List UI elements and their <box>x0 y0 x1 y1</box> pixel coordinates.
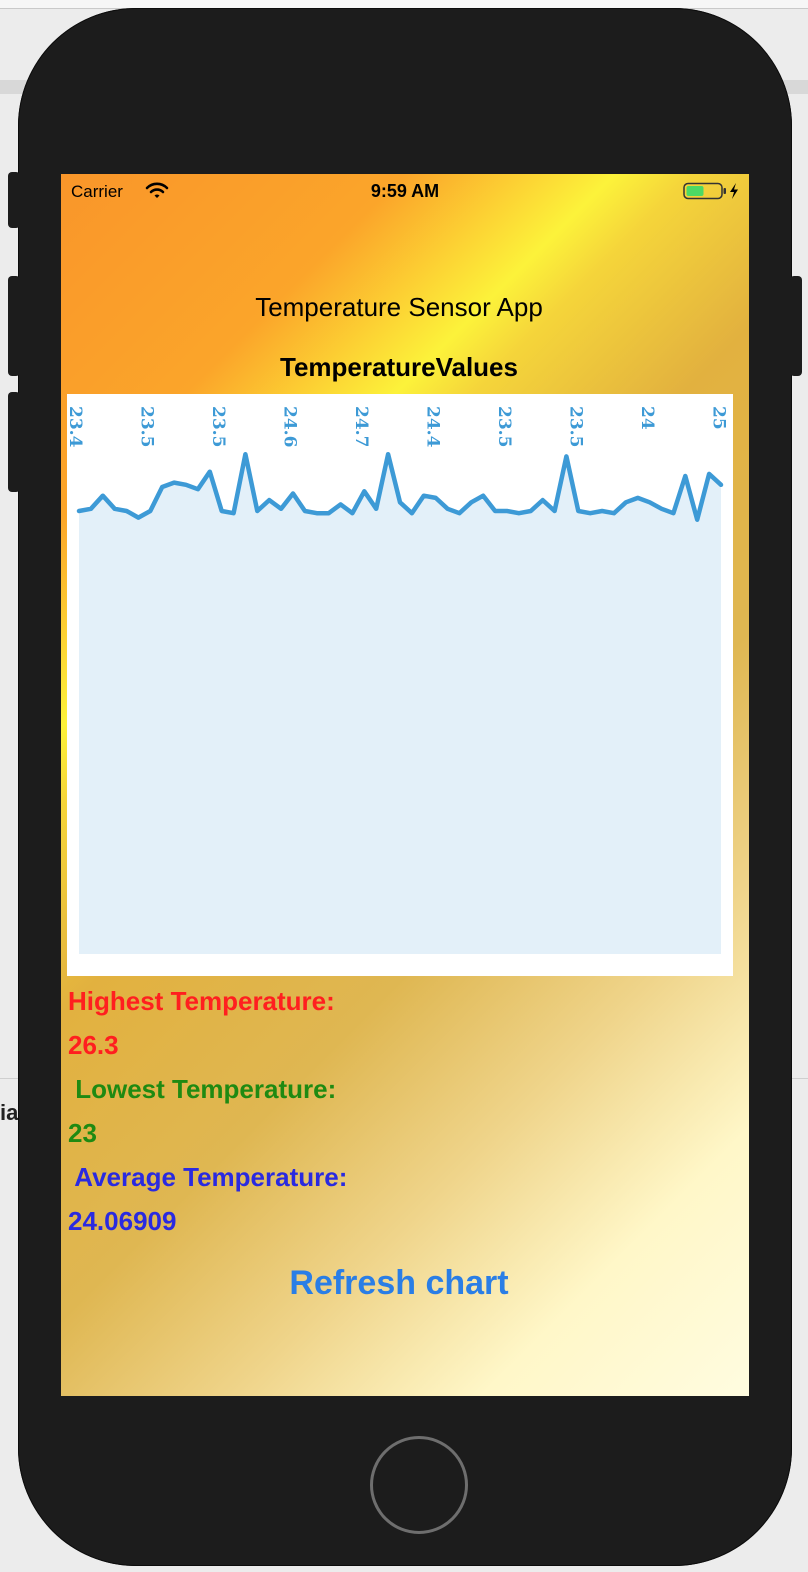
chart-data-label: 24.7 <box>351 406 371 447</box>
chart-data-label: 25 <box>709 406 729 430</box>
refresh-chart-button[interactable]: Refresh chart <box>61 1264 737 1303</box>
chart-data-label: 23.5 <box>494 406 514 447</box>
mute-switch <box>8 172 20 228</box>
chart-title: TemperatureValues <box>280 352 518 382</box>
power-button <box>790 276 802 376</box>
average-temperature-label: Average Temperature: <box>68 1162 348 1192</box>
highest-temperature-label: Highest Temperature: <box>68 986 335 1016</box>
chart-data-label: 24.4 <box>423 406 443 448</box>
battery-icon <box>683 182 741 205</box>
chart-data-label: 23.5 <box>137 406 157 447</box>
status-clock: 9:59 AM <box>370 181 440 201</box>
chart-data-label: 24 <box>637 406 657 430</box>
volume-up-button <box>8 276 20 376</box>
app-title: Temperature Sensor App <box>255 292 543 322</box>
average-temperature-value: 24.06909 <box>68 1206 177 1236</box>
chart-data-label: 23.5 <box>566 406 586 447</box>
lowest-temperature-label: Lowest Temperature: <box>68 1074 337 1104</box>
lowest-temperature-value: 23 <box>68 1118 97 1148</box>
status-bar: Carrier 9:59 AM <box>61 174 749 208</box>
chart-data-label: 23.4 <box>67 406 85 448</box>
app-screen: Carrier 9:59 AM Temperature Sensor App T… <box>61 174 749 1396</box>
chart-canvas: 23.4 23.5 23.5 24.6 24.7 24.4 23.5 23.5 24 25 <box>67 406 729 954</box>
temperature-chart: 23.4 23.5 23.5 24.6 24.7 24.4 23.5 23.5 24 25 <box>67 394 733 976</box>
chart-area-fill <box>79 454 721 954</box>
highest-temperature-value: 26.3 <box>68 1030 119 1060</box>
chart-data-label: 23.5 <box>208 406 228 447</box>
volume-down-button <box>8 392 20 492</box>
host-text-fragment: ia <box>0 1100 19 1125</box>
chart-data-label: 24.6 <box>280 406 300 447</box>
home-button[interactable] <box>370 1436 468 1534</box>
